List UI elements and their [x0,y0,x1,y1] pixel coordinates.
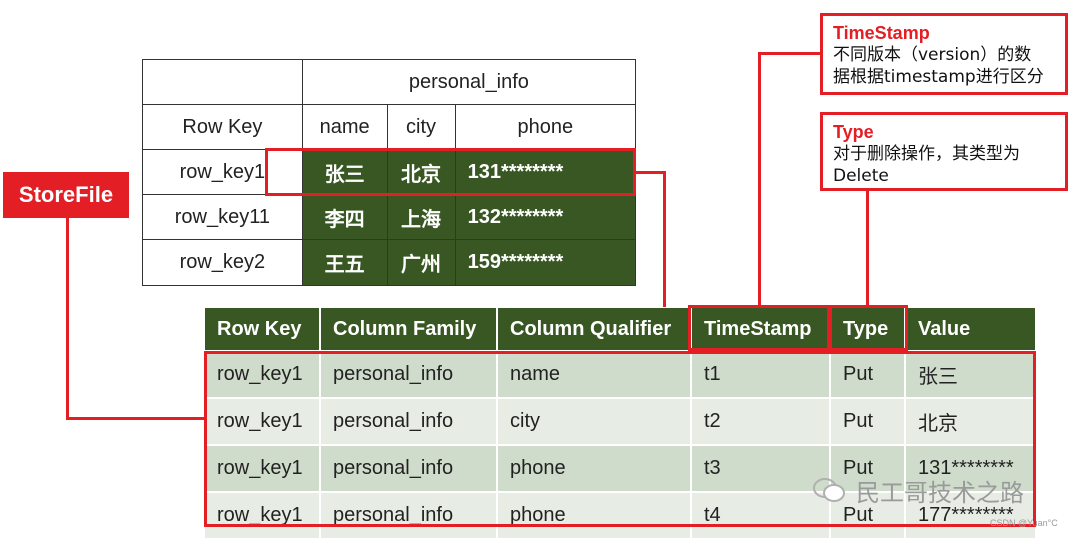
timestamp-header-box [688,305,830,351]
storefile-label: StoreFile [3,172,129,218]
timestamp-callout-line2: 据根据timestamp进行区分 [833,67,1044,87]
top-table-corner [142,59,303,105]
row-key-cell: row_key2 [142,239,303,286]
table-row: row_key11 李四 上海 132******** [142,194,637,240]
wechat-icon [813,478,845,502]
column-header-phone: phone [454,104,637,150]
timestamp-callout: TimeStamp 不同版本（version）的数 据根据timestamp进行… [820,13,1068,95]
row-key-header: Row Key [142,104,303,150]
connector-line [758,52,761,306]
watermark-text: 民工哥技术之路 [856,479,1024,507]
column-family-header: personal_info [301,59,637,105]
type-header-box [829,305,908,351]
type-callout: Type 对于删除操作，其类型为 Delete [820,112,1068,191]
city-cell: 广州 [386,239,456,286]
connector-line [66,218,69,419]
connector-line [636,171,666,174]
header-value: Value [905,308,1035,351]
type-callout-title: Type [833,122,874,142]
timestamp-callout-title: TimeStamp [833,23,930,43]
name-cell: 李四 [301,194,388,240]
connector-line [866,190,869,306]
connector-line [758,52,822,55]
city-cell: 上海 [386,194,456,240]
header-row: Row Key Column Family Column Qualifier T… [205,308,1035,351]
connector-line [66,417,205,420]
column-header-name: name [301,104,388,150]
watermark-small: CSDN @Yuan°C [990,518,1058,528]
phone-cell: 159******** [454,239,637,286]
header-column-family: Column Family [320,308,498,351]
column-header-city: city [386,104,456,150]
phone-cell: 132******** [454,194,637,240]
row-key-cell: row_key11 [142,194,303,240]
type-callout-line1: 对于删除操作，其类型为 [833,144,1020,164]
name-cell: 王五 [301,239,388,286]
connector-line [663,171,666,307]
type-callout-line2: Delete [833,166,889,186]
timestamp-callout-line1: 不同版本（version）的数 [833,45,1032,65]
table-row: row_key2 王五 广州 159******** [142,239,637,286]
highlight-row-box [265,148,636,196]
header-row-key: Row Key [205,308,321,351]
header-column-qualifier: Column Qualifier [497,308,692,351]
